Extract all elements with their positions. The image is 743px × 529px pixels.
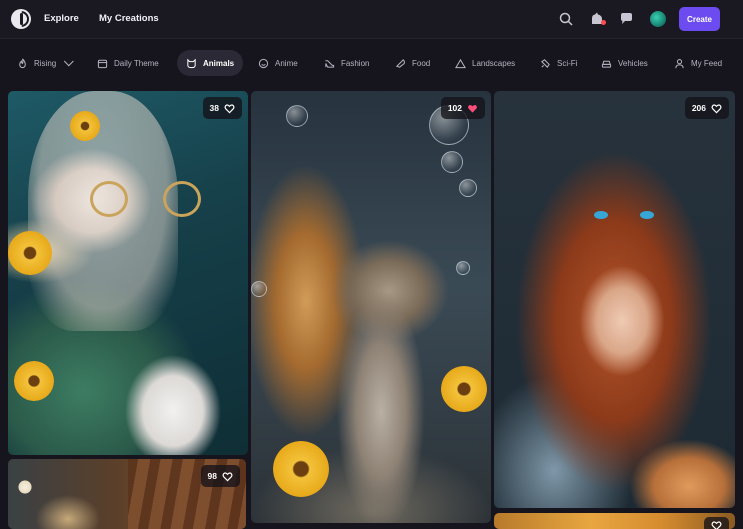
heart-icon	[224, 103, 235, 113]
user-icon	[675, 58, 684, 68]
create-button[interactable]: Create	[679, 7, 720, 31]
artwork-detail	[90, 181, 128, 217]
chevron-down-icon	[64, 55, 74, 66]
heart-icon	[711, 103, 722, 113]
car-icon	[601, 60, 612, 68]
filter-food[interactable]: Food	[386, 50, 439, 76]
ufo-icon	[541, 58, 550, 68]
artwork-detail	[441, 366, 487, 412]
like-counter[interactable]: 98	[200, 465, 240, 487]
filter-daily-theme[interactable]: Daily Theme	[88, 50, 168, 76]
artwork-detail	[251, 281, 267, 297]
mountain-icon	[455, 58, 466, 68]
gallery-card-girl-cat[interactable]: 38	[8, 91, 248, 455]
artwork-detail	[70, 111, 100, 141]
like-counter[interactable]	[704, 517, 729, 529]
artwork-detail	[163, 181, 201, 217]
artwork-detail	[459, 179, 477, 197]
search-icon[interactable]	[558, 11, 574, 27]
notification-badge	[601, 20, 606, 25]
artwork-detail	[273, 441, 329, 497]
like-counter[interactable]: 102	[440, 97, 485, 119]
heart-icon	[222, 471, 233, 481]
filter-vehicles[interactable]: Vehicles	[592, 50, 657, 76]
heart-filled-icon	[468, 104, 477, 113]
artwork-detail	[640, 211, 654, 219]
heel-icon	[325, 59, 335, 68]
heart-icon	[711, 520, 722, 529]
filter-landscapes[interactable]: Landscapes	[446, 50, 524, 76]
category-filter-bar: Rising Daily Theme Animals Anime Fashion…	[0, 39, 743, 87]
nav-explore[interactable]: Explore	[44, 13, 79, 24]
filter-anime[interactable]: Anime	[249, 50, 307, 76]
filter-fashion[interactable]: Fashion	[315, 50, 378, 76]
filter-rising[interactable]: Rising	[8, 50, 82, 76]
app-logo-icon[interactable]	[11, 9, 31, 29]
artwork-detail	[441, 151, 463, 173]
filter-my-feed[interactable]: My Feed	[665, 50, 731, 76]
smile-icon	[258, 58, 269, 68]
artwork-detail	[286, 105, 308, 127]
like-counter[interactable]: 206	[684, 97, 729, 119]
user-avatar[interactable]	[650, 11, 666, 27]
filter-animals[interactable]: Animals	[177, 50, 244, 76]
artwork-detail	[8, 231, 52, 275]
filter-sci-fi[interactable]: Sci-Fi	[531, 50, 586, 76]
gallery-card-autumn[interactable]	[494, 513, 735, 529]
cat-icon	[187, 58, 196, 68]
food-icon	[395, 58, 405, 68]
artwork-detail	[594, 211, 608, 219]
gallery-card-redhead-cat[interactable]: 206	[494, 91, 735, 508]
gallery-card-squirrel[interactable]: 102	[251, 91, 491, 523]
artwork-detail	[456, 261, 470, 275]
fire-icon	[19, 58, 26, 68]
artwork-detail	[14, 361, 54, 401]
like-counter[interactable]: 38	[202, 97, 242, 119]
calendar-icon	[97, 59, 108, 68]
gallery-card-teapot-room[interactable]: 98	[8, 459, 246, 529]
nav-my-creations[interactable]: My Creations	[99, 13, 159, 24]
chat-icon[interactable]	[619, 11, 635, 27]
top-bar: Explore My Creations Create	[0, 0, 743, 38]
